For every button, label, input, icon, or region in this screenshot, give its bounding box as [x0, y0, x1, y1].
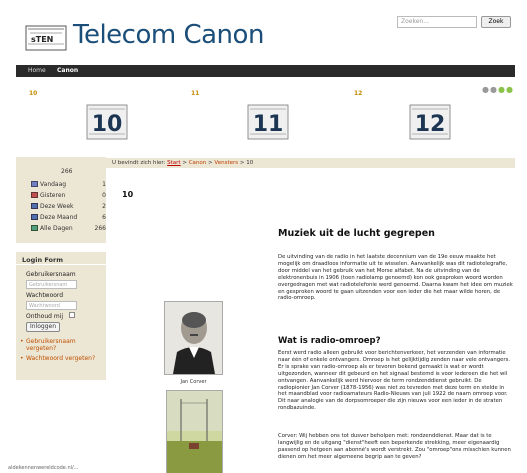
- breadcrumb-sep: >: [208, 160, 213, 166]
- breadcrumb-canon[interactable]: Canon: [189, 160, 207, 166]
- chart-icon: [31, 225, 38, 231]
- login-title: Login Form: [22, 256, 63, 264]
- article-subtitle: Wat is radio-omroep?: [278, 336, 381, 346]
- slide-label-12[interactable]: 12: [354, 90, 362, 97]
- stats-label: Gisteren: [40, 192, 66, 199]
- radio-tower-photo: [166, 390, 223, 473]
- forgot-username-label[interactable]: Gebruikersnaam vergeten?: [26, 338, 76, 352]
- stats-value: 1: [102, 181, 106, 188]
- stats-value: 266: [94, 225, 106, 232]
- window-slider: 10 11 12 10 11 12 ●●●●: [16, 82, 515, 157]
- password-field[interactable]: Wachtwoord: [26, 301, 77, 310]
- logo-icon: sTEN: [25, 25, 67, 51]
- article-title: Muziek uit de lucht gegrepen: [278, 228, 435, 239]
- article-paragraph: Eerst werd radio alleen gebruikt voor be…: [278, 350, 511, 412]
- stats-total: 266: [61, 168, 73, 175]
- stats-label: Deze Week: [40, 203, 74, 210]
- photo-caption: Jan Corver: [180, 379, 207, 385]
- search-input[interactable]: Zoeken...: [397, 16, 477, 28]
- stats-label: Deze Maand: [40, 214, 78, 221]
- forgot-password-link[interactable]: • Wachtwoord vergeten?: [20, 355, 101, 362]
- stats-row: Alle Dagen 266: [31, 225, 106, 233]
- login-button[interactable]: Inloggen: [26, 322, 60, 332]
- slider-dot[interactable]: ●: [506, 85, 514, 94]
- breadcrumb-vensters[interactable]: Vensters: [214, 160, 238, 166]
- slide-label-10[interactable]: 10: [29, 90, 37, 97]
- slider-dot[interactable]: ●: [482, 85, 490, 94]
- divider: [16, 264, 106, 265]
- main-nav: Home Canon: [16, 65, 515, 77]
- article-paragraph: Corver: Wij hebben ons tot dusver beholp…: [278, 433, 511, 460]
- slide-thumb-10[interactable]: 10: [79, 100, 135, 145]
- calendar-icon: [31, 214, 38, 220]
- stats-row: Vandaag 1: [31, 181, 106, 189]
- bullet-icon: •: [20, 338, 24, 345]
- breadcrumb-sep: >: [239, 160, 245, 166]
- calendar-icon: [31, 192, 38, 198]
- password-label: Wachtwoord: [26, 292, 64, 299]
- article-paragraph: De uitvinding van de radio in het laatst…: [278, 254, 513, 302]
- breadcrumb-prefix: U bevindt zich hier:: [112, 160, 166, 166]
- slider-dot[interactable]: ●: [490, 85, 498, 94]
- calendar-icon: [31, 203, 38, 209]
- svg-text:12: 12: [415, 112, 446, 137]
- username-label: Gebruikersnaam: [26, 271, 76, 278]
- svg-text:10: 10: [92, 112, 123, 137]
- slide-label-11[interactable]: 11: [191, 90, 199, 97]
- site-title[interactable]: Telecom Canon: [73, 20, 264, 50]
- page-title: 10: [122, 190, 134, 199]
- stats-label: Alle Dagen: [40, 225, 73, 232]
- stats-row: Deze Week 2: [31, 203, 106, 211]
- login-form: Login Form Gebruikersnaam Gebruikersnam …: [16, 252, 106, 380]
- stats-row: Gisteren 0: [31, 192, 106, 200]
- nav-item-canon[interactable]: Canon: [57, 67, 78, 74]
- stats-value: 2: [102, 203, 106, 210]
- remember-label: Onthoud mij: [26, 313, 64, 320]
- stats-row: Deze Maand 6: [31, 214, 106, 222]
- bullet-icon: •: [20, 355, 24, 362]
- username-field[interactable]: Gebruikersnam: [26, 280, 77, 289]
- forgot-password-label[interactable]: Wachtwoord vergeten?: [26, 355, 95, 362]
- breadcrumb: U bevindt zich hier: Start > Canon > Ven…: [106, 158, 515, 168]
- site-logo[interactable]: sTEN: [25, 24, 67, 51]
- site-header: sTEN Telecom Canon Zoeken... Zoek: [0, 0, 527, 66]
- nav-item-home[interactable]: Home: [28, 67, 46, 74]
- breadcrumb-start[interactable]: Start: [167, 160, 180, 166]
- forgot-username-link[interactable]: • Gebruikersnaam vergeten?: [20, 338, 101, 352]
- stats-value: 0: [102, 192, 106, 199]
- calendar-icon: [31, 181, 38, 187]
- stats-value: 6: [102, 214, 106, 221]
- search-button[interactable]: Zoek: [481, 16, 511, 28]
- stats-label: Vandaag: [40, 181, 67, 188]
- slider-dots: ●●●●: [482, 85, 514, 94]
- slide-thumb-11[interactable]: 11: [240, 100, 296, 145]
- jan-corver-photo: [164, 301, 223, 375]
- svg-text:sTEN: sTEN: [31, 35, 53, 44]
- status-url: aldekennenwereldcode.nl/...: [8, 465, 79, 471]
- slide-thumb-12[interactable]: 12: [402, 100, 458, 145]
- remember-checkbox[interactable]: [69, 312, 75, 318]
- slider-dot[interactable]: ●: [498, 85, 506, 94]
- visitor-stats: 266 Vandaag 1 Gisteren 0 Deze Week 2 Deze M…: [16, 157, 106, 243]
- svg-text:11: 11: [253, 112, 284, 137]
- breadcrumb-sep: >: [182, 160, 187, 166]
- breadcrumb-current: 10: [246, 160, 254, 166]
